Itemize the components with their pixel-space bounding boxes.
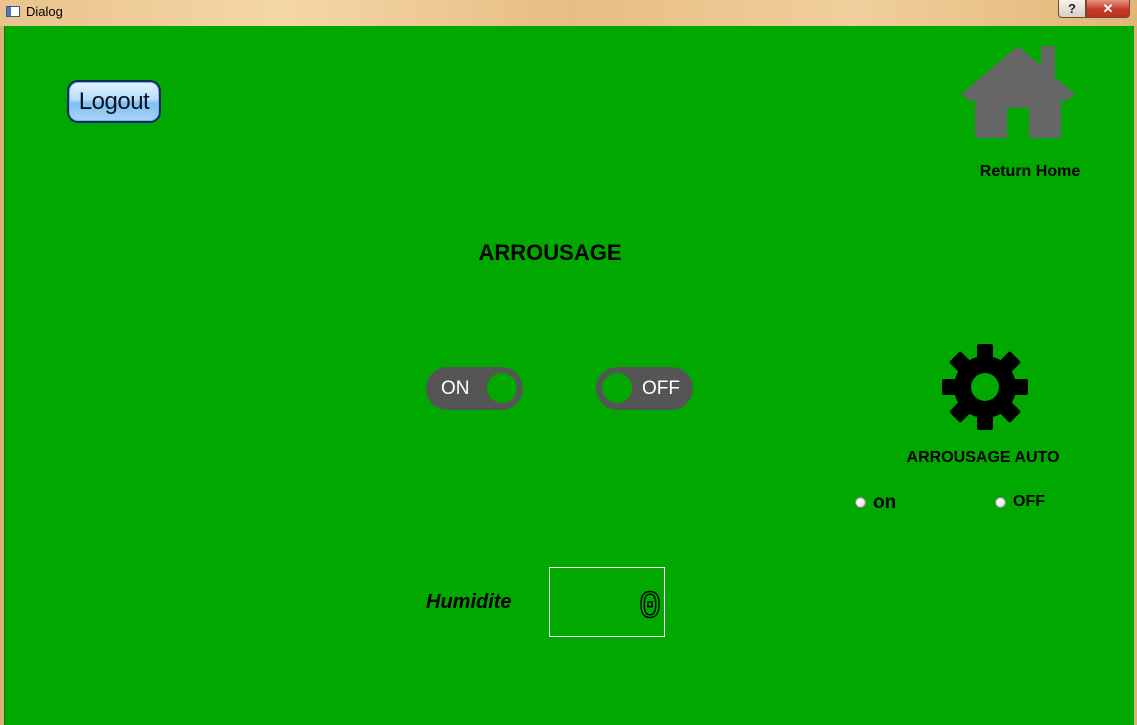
watering-on-toggle[interactable]: ON [426, 367, 523, 410]
auto-off-radio[interactable] [995, 497, 1006, 508]
toggle-off-knob [602, 373, 632, 403]
return-home-label[interactable]: Return Home [960, 163, 1100, 181]
close-button[interactable]: ✕ [1086, 0, 1130, 18]
home-icon[interactable] [959, 44, 1077, 140]
auto-watering-label: ARROUSAGE AUTO [906, 449, 1060, 466]
gear-icon[interactable] [942, 344, 1028, 430]
auto-on-radio[interactable] [855, 497, 866, 508]
lcd-digit: 0 [640, 585, 660, 621]
logout-button[interactable]: Logout [67, 80, 161, 123]
toggle-on-knob [487, 373, 517, 403]
auto-on-radio-label[interactable]: on [873, 492, 896, 514]
humidity-label: Humidite [426, 591, 512, 613]
watering-off-toggle[interactable]: OFF [596, 367, 693, 410]
lcd-digit-value: 0 [640, 586, 660, 621]
dialog-client-area: Logout Return Home ARROUSAGE ON OFF ARRO… [4, 26, 1134, 725]
window-titlebar: Dialog ? ✕ [0, 0, 1137, 26]
auto-off-radio-label[interactable]: OFF [1013, 493, 1045, 511]
page-title: ARROUSAGE [478, 240, 622, 265]
toggle-on-label: ON [441, 378, 470, 399]
toggle-off-label: OFF [642, 378, 680, 399]
window-title: Dialog [26, 4, 63, 19]
humidity-lcd-display: 0 [549, 567, 665, 637]
window-app-icon [6, 6, 20, 17]
help-button[interactable]: ? [1058, 0, 1086, 18]
